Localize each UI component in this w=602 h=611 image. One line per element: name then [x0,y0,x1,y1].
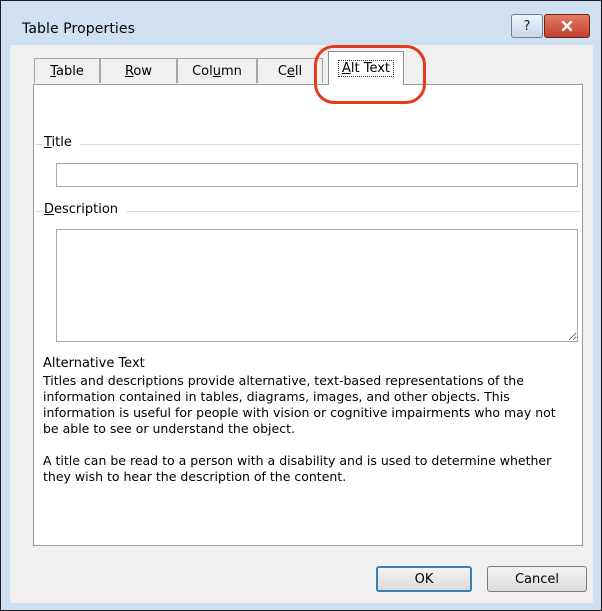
alt-text-panel: Title Description Alternative Text Title… [33,84,583,546]
help-button[interactable]: ? [511,14,543,38]
tab-column[interactable]: Column [177,58,257,83]
title-bar[interactable]: Table Properties ? [1,1,601,41]
alternative-text-paragraph-1: Titles and descriptions provide alternat… [43,373,556,436]
tab-alt-text[interactable]: Alt Text [328,51,404,85]
alternative-text-paragraph-2: A title can be read to a person with a d… [43,453,552,484]
close-icon [561,20,573,32]
close-button[interactable] [544,14,590,38]
dialog-title: Table Properties [22,21,136,37]
title-group-line [36,144,580,145]
ok-button[interactable]: OK [376,566,472,592]
tab-strip: Table Row Column Cell Alt Text [10,45,593,85]
tab-table[interactable]: Table [34,58,100,83]
title-label: Title [44,135,80,150]
dialog-client-area: Table Row Column Cell Alt Text Title Des… [10,45,593,603]
table-properties-dialog: Table Properties ? Table Row Column Cell [0,0,602,611]
description-label: Description [44,202,127,217]
cancel-button[interactable]: Cancel [487,566,587,592]
title-input[interactable] [56,163,578,187]
description-textarea[interactable] [56,229,578,342]
help-icon: ? [523,18,531,34]
tab-row[interactable]: Row [100,58,177,83]
alternative-text-heading: Alternative Text [43,356,145,371]
tab-cell[interactable]: Cell [257,58,323,83]
